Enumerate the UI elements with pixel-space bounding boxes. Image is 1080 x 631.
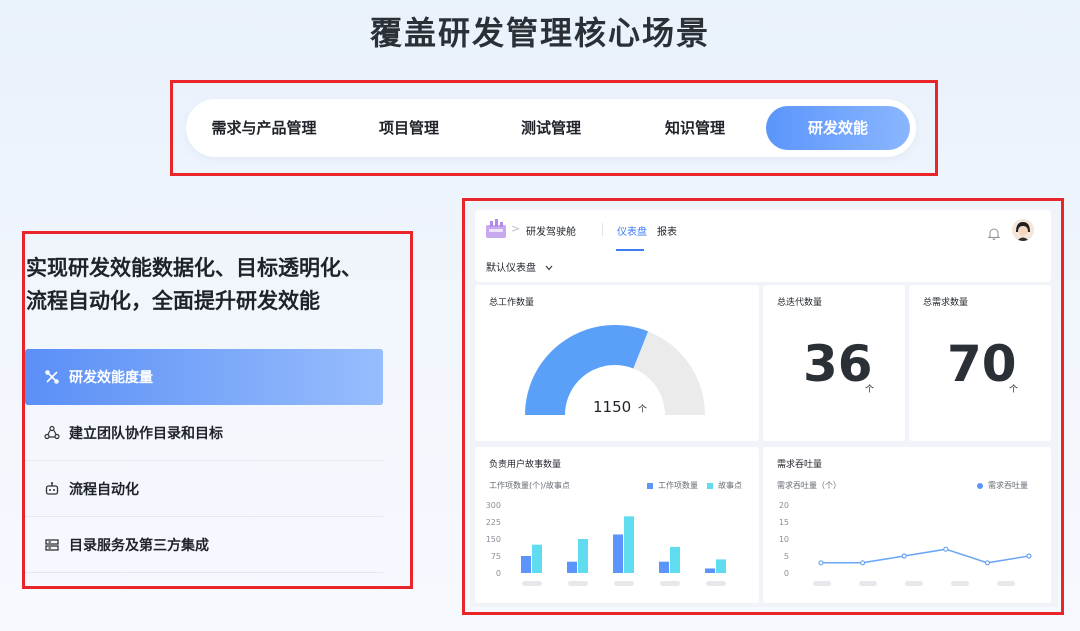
card-title: 总迭代数量: [777, 298, 823, 308]
x-tick-placeholder: [951, 581, 969, 586]
y-tick-label: 75: [491, 552, 501, 561]
data-point: [943, 546, 949, 552]
card-total-iterations: 总迭代数量 36 个: [763, 285, 905, 441]
bar: [578, 539, 588, 573]
bell-icon[interactable]: [987, 225, 1001, 244]
line-chart: 20 15 10 5 0: [779, 501, 1032, 586]
card-user-stories: 负责用户故事数量 工作项数量(个)/故事点 工作项数量 故事点 300 225 15…: [475, 447, 759, 603]
divider: [602, 223, 603, 236]
bar: [705, 568, 715, 573]
feature-label: 研发效能度量: [69, 370, 153, 386]
feature-label: 建立团队协作目录和目标: [69, 425, 223, 442]
y-tick-label: 0: [784, 569, 789, 578]
x-tick-placeholder: [614, 581, 634, 586]
feature-label: 目录服务及第三方集成: [69, 537, 209, 554]
feature-list: 研发效能度量 建立团队协作目录和目标 流程自动化 目录服务及第三方集成: [25, 349, 383, 573]
breadcrumb[interactable]: 研发驾驶舱: [526, 223, 576, 238]
y-tick-label: 5: [784, 552, 789, 561]
data-point: [1026, 553, 1032, 559]
bar: [659, 561, 669, 573]
unit-label: 个: [1009, 385, 1019, 395]
data-point: [984, 560, 990, 566]
feature-item-team[interactable]: 建立团队协作目录和目标: [25, 405, 383, 461]
tab-requirements-product[interactable]: 需求与产品管理: [196, 106, 332, 150]
tab-rd-efficiency[interactable]: 研发效能: [766, 106, 910, 150]
feature-heading: 实现研发效能数据化、目标透明化、 流程自动化，全面提升研发效能: [26, 256, 362, 313]
bar: [567, 561, 577, 573]
dashboard-header: [475, 210, 1051, 282]
bar: [521, 556, 531, 573]
gauge-chart: [525, 325, 705, 415]
tab-dashboard[interactable]: 仪表盘: [617, 223, 647, 238]
tab-reports[interactable]: 报表: [657, 223, 677, 238]
card-title: 总需求数量: [923, 298, 969, 308]
y-tick-label: 10: [779, 535, 789, 544]
data-point: [901, 553, 907, 559]
server-icon: [44, 537, 60, 553]
data-point: [818, 560, 824, 566]
y-tick-label: 225: [486, 518, 501, 527]
y-tick-label: 300: [486, 501, 501, 510]
bar: [613, 534, 623, 573]
gauge-value: 1150 个: [593, 398, 647, 416]
dashboard-select[interactable]: 默认仪表盘: [486, 259, 553, 274]
x-tick-placeholder: [859, 581, 877, 586]
breadcrumb-separator-icon: >: [511, 222, 521, 235]
requirements-value: 70: [947, 335, 1017, 393]
x-tick-placeholder: [997, 581, 1015, 586]
robot-icon: [44, 481, 60, 497]
x-tick-placeholder: [660, 581, 680, 586]
x-tick-placeholder: [522, 581, 542, 586]
x-tick-placeholder: [706, 581, 726, 586]
series-line: [821, 548, 1030, 564]
iterations-value: 36: [803, 335, 873, 393]
card-throughput: 需求吞吐量 需求吞吐量（个） 需求吞吐量 20 15 10 5 0: [763, 447, 1051, 603]
feature-item-integration[interactable]: 目录服务及第三方集成: [25, 517, 383, 573]
team-icon: [44, 425, 60, 441]
tab-knowledge[interactable]: 知识管理: [636, 106, 754, 150]
bar: [716, 559, 726, 573]
unit-label: 个: [865, 385, 875, 395]
y-tick-label: 0: [496, 569, 501, 578]
bar: [670, 546, 680, 573]
bar: [532, 544, 542, 573]
active-tab-indicator: [616, 249, 644, 251]
y-tick-label: 15: [779, 518, 789, 527]
bar: [624, 516, 634, 573]
bar-chart: 300 225 150 75 0: [486, 501, 726, 586]
x-tick-placeholder: [813, 581, 831, 586]
tab-project[interactable]: 项目管理: [350, 106, 468, 150]
feature-item-automation[interactable]: 流程自动化: [25, 461, 383, 517]
data-point: [859, 560, 866, 566]
feature-item-metrics[interactable]: 研发效能度量: [25, 349, 383, 405]
y-tick-label: 150: [486, 535, 501, 544]
card-total-work: 总工作数量 1150 个: [475, 285, 759, 441]
tab-testing[interactable]: 测试管理: [492, 106, 610, 150]
x-tick-placeholder: [568, 581, 588, 586]
feature-label: 流程自动化: [69, 481, 139, 498]
y-tick-label: 20: [779, 501, 789, 510]
card-total-requirements: 总需求数量 70 个: [909, 285, 1051, 441]
avatar[interactable]: [1012, 219, 1034, 241]
chevron-down-icon: [545, 263, 553, 274]
tools-icon: [44, 369, 60, 385]
page-title: 覆盖研发管理核心场景: [369, 14, 710, 52]
cockpit-logo-icon: [485, 219, 507, 243]
x-tick-placeholder: [905, 581, 923, 586]
